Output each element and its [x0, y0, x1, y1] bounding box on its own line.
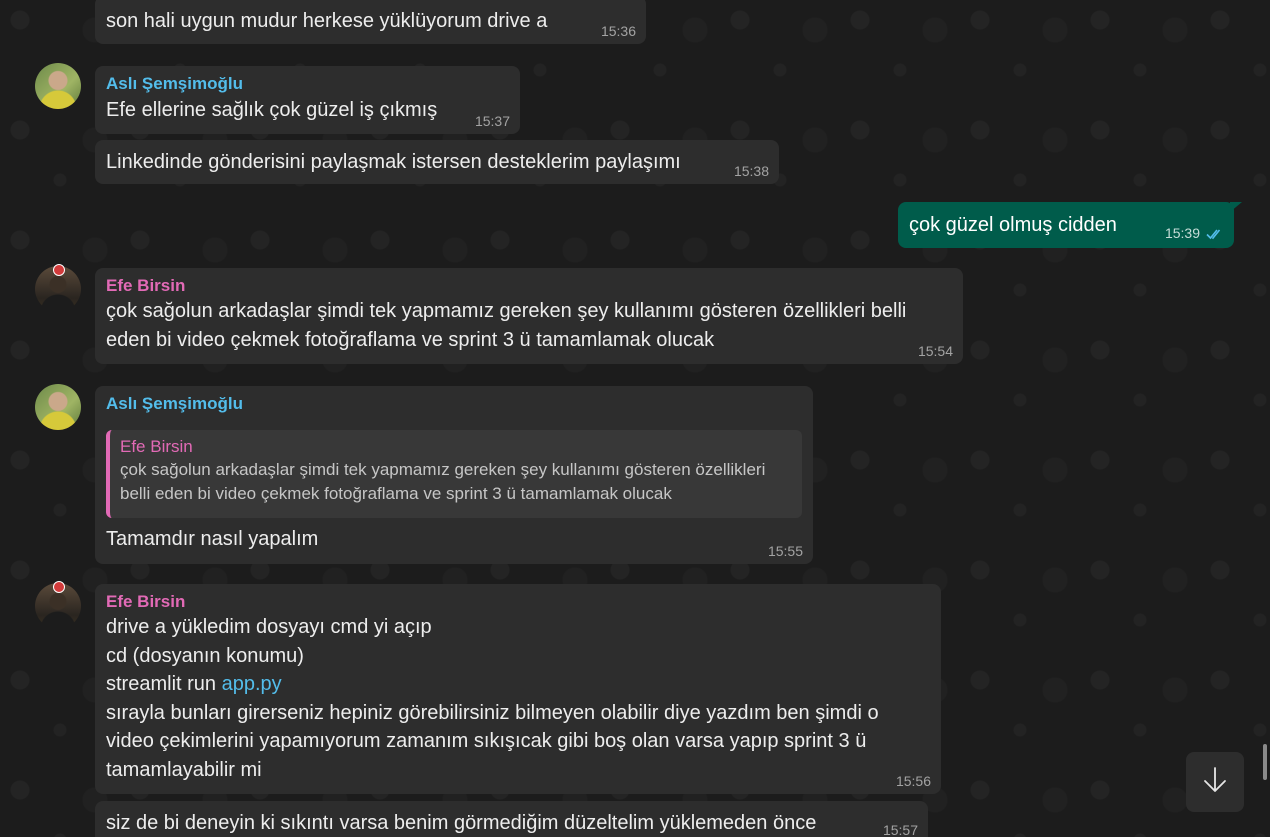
- bubble-tail: [1230, 202, 1242, 212]
- arrow-down-icon: [1202, 766, 1228, 799]
- message-time: 15:55: [767, 543, 803, 559]
- message-bubble[interactable]: Efe Birsin drive a yükledim dosyayı cmd …: [95, 584, 941, 794]
- quoted-sender: Efe Birsin: [120, 437, 193, 456]
- message-time: 15:39: [1165, 225, 1224, 243]
- message-line: sırayla bunları girerseniz hepiniz göreb…: [106, 701, 885, 781]
- double-check-icon: [1206, 227, 1224, 243]
- message-bubble[interactable]: Aslı Şemşimoğlu Efe Birsin çok sağolun a…: [95, 386, 813, 564]
- message-text: çok sağolun arkadaşlar şimdi tek yapmamı…: [106, 300, 912, 351]
- message-bubble[interactable]: son hali uygun mudur herkese yüklüyorum …: [95, 0, 646, 44]
- message-line: streamlit run app.py: [106, 670, 929, 699]
- avatar-badge: [53, 581, 65, 593]
- message-text: Tamamdır nasıl yapalım: [106, 528, 319, 550]
- quoted-text: çok sağolun arkadaşlar şimdi tek yapmamı…: [120, 460, 766, 503]
- avatar-asli[interactable]: [35, 63, 81, 109]
- message-time: 15:37: [474, 113, 510, 129]
- message-time: 15:38: [733, 163, 769, 179]
- scrollbar-thumb[interactable]: [1263, 744, 1267, 780]
- message-bubble[interactable]: Linkedinde gönderisini paylaşmak isterse…: [95, 140, 779, 184]
- message-text: siz de bi deneyin ki sıkıntı varsa benim…: [106, 812, 817, 834]
- sender-name[interactable]: Aslı Şemşimoğlu: [106, 66, 508, 94]
- message-line-text: streamlit run: [106, 673, 222, 696]
- message-line: cd (dosyanın konumu): [106, 644, 304, 667]
- avatar-badge: [53, 264, 65, 276]
- outgoing-message-bubble[interactable]: çok güzel olmuş cidden 15:39: [898, 202, 1234, 248]
- sender-name[interactable]: Efe Birsin: [106, 268, 951, 296]
- message-line: drive a yükledim dosyayı cmd yi açıp: [106, 616, 432, 638]
- message-bubble[interactable]: Aslı Şemşimoğlu Efe ellerine sağlık çok …: [95, 66, 520, 134]
- avatar-asli[interactable]: [35, 384, 81, 430]
- quoted-message[interactable]: Efe Birsin çok sağolun arkadaşlar şimdi …: [106, 430, 802, 518]
- message-time-value: 15:39: [1164, 225, 1200, 241]
- message-time: 15:56: [895, 773, 931, 789]
- scroll-to-bottom-button[interactable]: [1186, 752, 1244, 812]
- message-time: 15:57: [882, 822, 918, 837]
- message-bubble[interactable]: siz de bi deneyin ki sıkıntı varsa benim…: [95, 801, 928, 837]
- message-time: 15:36: [600, 23, 636, 39]
- sender-name[interactable]: Efe Birsin: [106, 584, 929, 612]
- message-text: son hali uygun mudur herkese yüklüyorum …: [106, 10, 548, 32]
- message-time: 15:54: [917, 343, 953, 359]
- message-text: Linkedinde gönderisini paylaşmak isterse…: [106, 151, 681, 173]
- chat-window[interactable]: son hali uygun mudur herkese yüklüyorum …: [0, 0, 1270, 837]
- message-bubble[interactable]: Efe Birsin çok sağolun arkadaşlar şimdi …: [95, 268, 963, 364]
- sender-name[interactable]: Aslı Şemşimoğlu: [106, 386, 801, 414]
- message-text: Efe ellerine sağlık çok güzel iş çıkmış: [106, 99, 438, 121]
- file-link[interactable]: app.py: [222, 673, 282, 695]
